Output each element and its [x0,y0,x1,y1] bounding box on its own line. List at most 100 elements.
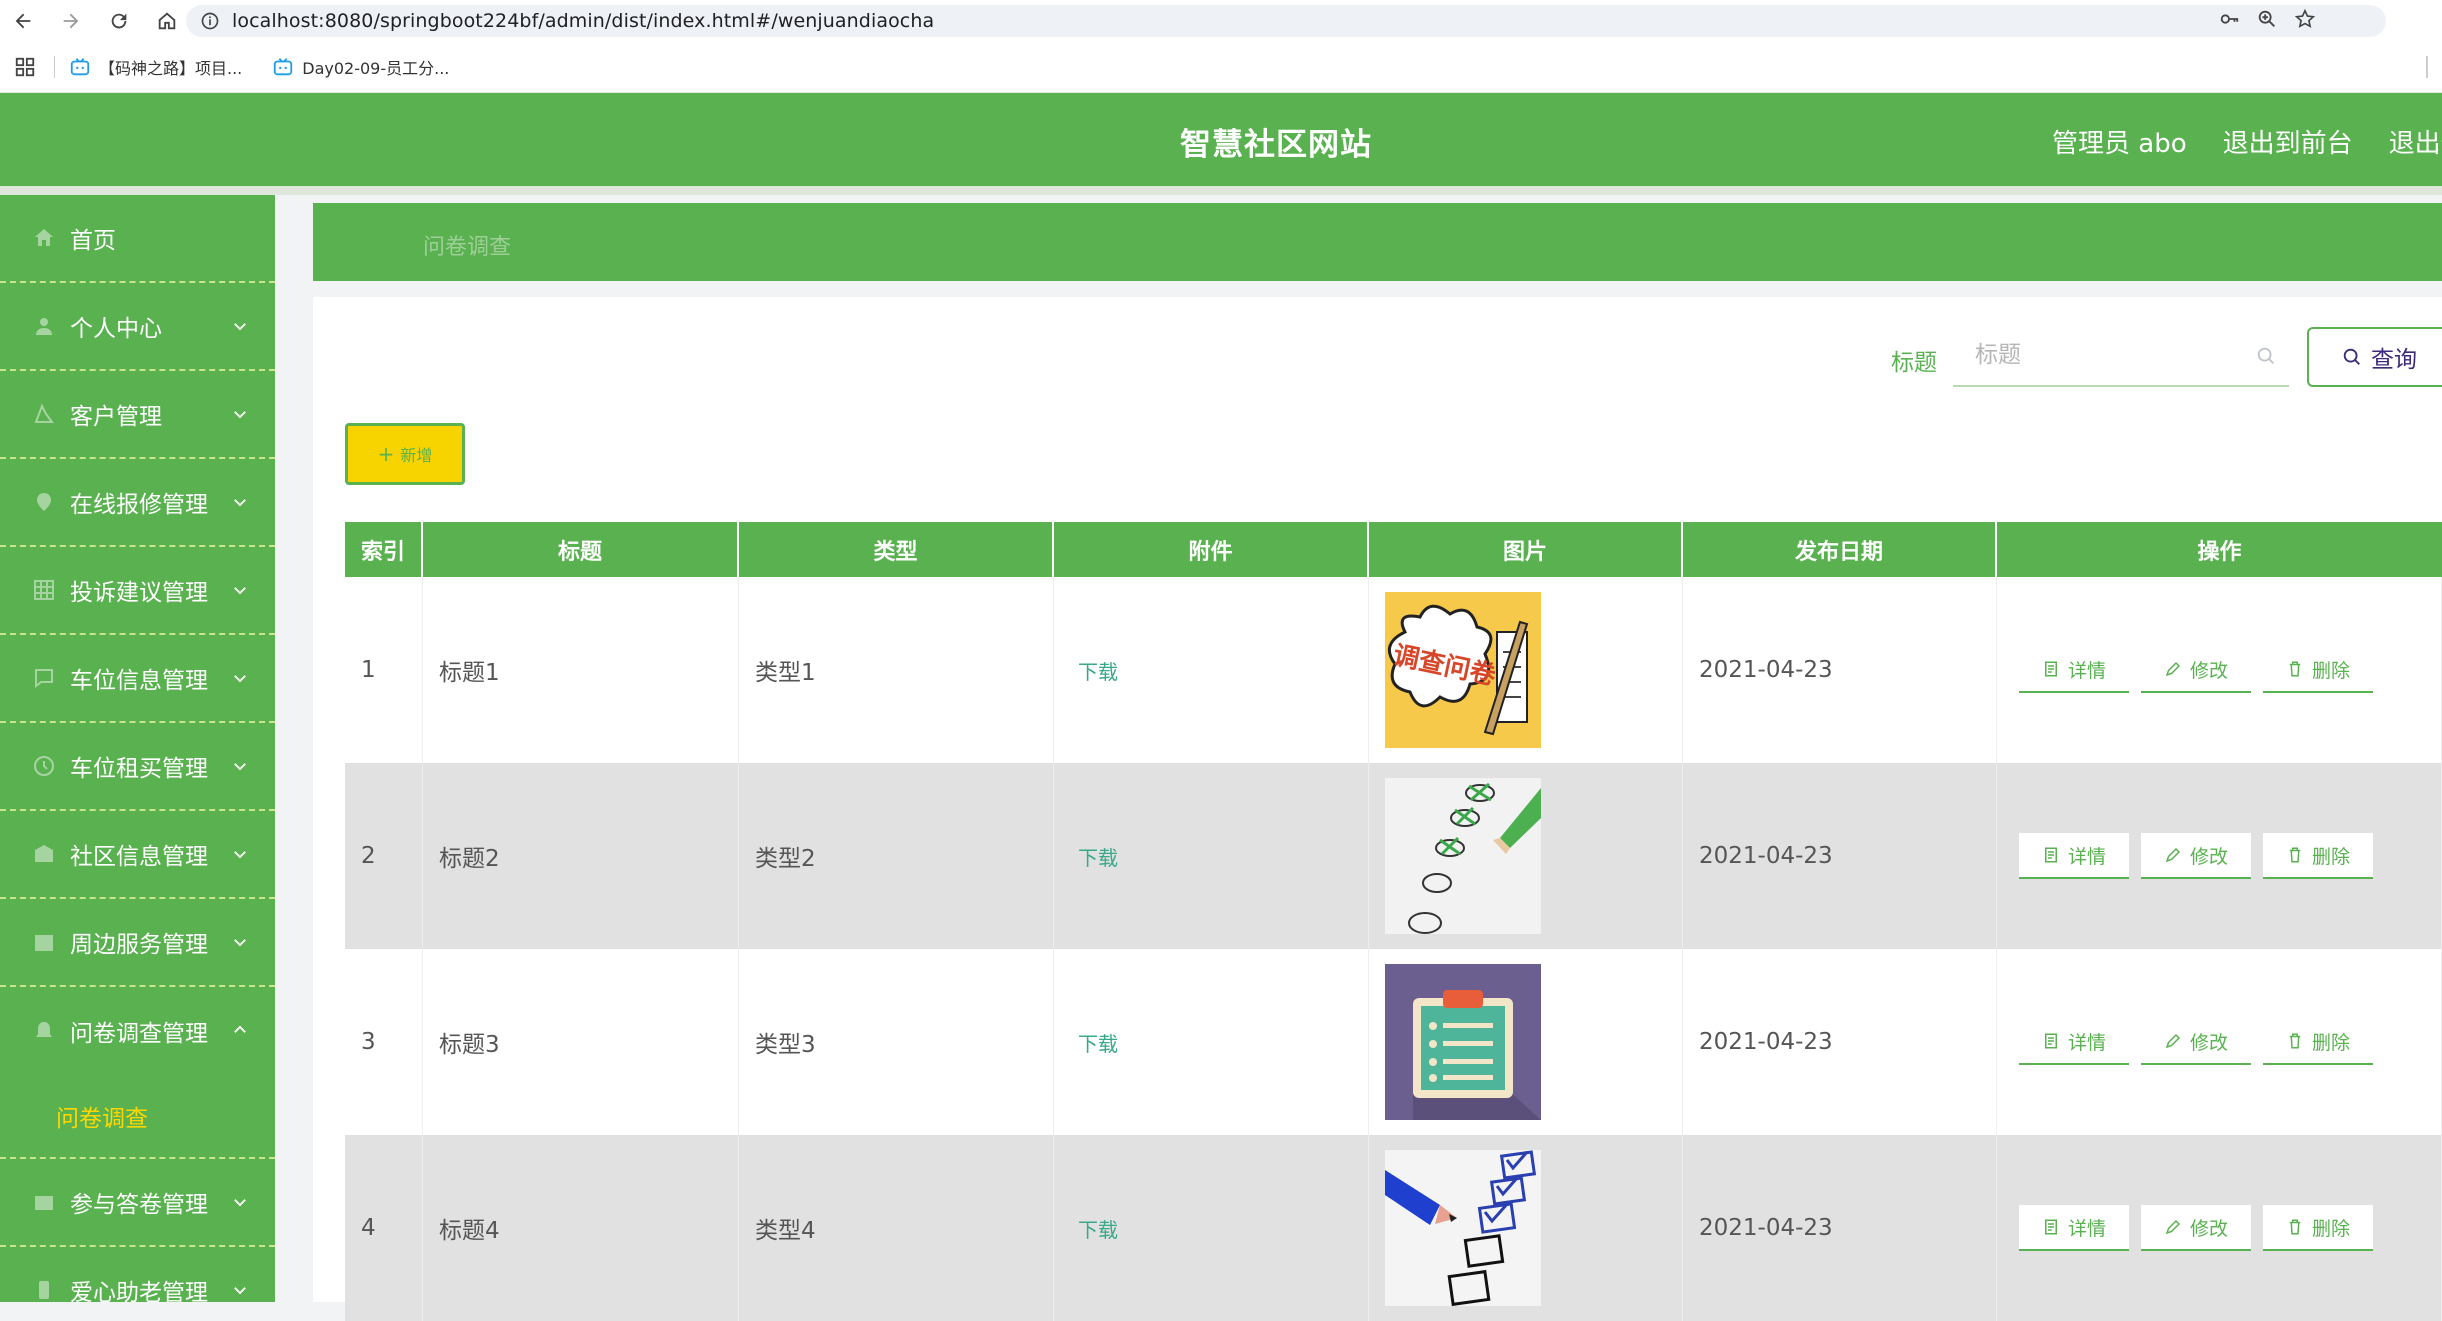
checkbox-pen-image[interactable] [1385,1150,1541,1306]
bookmark-item-1[interactable]: 【码神之路】项目... [69,55,242,79]
delete-button[interactable]: 删除 [2263,1019,2373,1065]
trash-icon [2289,847,2301,863]
reload-icon[interactable] [102,4,136,38]
column-header-title[interactable]: 标题 [423,522,739,577]
site-info-icon[interactable] [196,7,224,35]
sidebar-item-customer[interactable]: 客户管理 [0,371,275,459]
sidebar-subitem-survey[interactable]: 问卷调查 [0,1075,275,1159]
logout-link[interactable]: 退出登录 [2389,123,2442,160]
sidebar-item-label: 参与答卷管理 [70,1192,208,1218]
cell-title: 标题1 [423,577,739,763]
download-link[interactable]: 下载 [1054,1135,1369,1321]
survey-cartoon-image[interactable]: 调查问卷 [1385,592,1541,748]
sidebar-item-repair[interactable]: 在线报修管理 [0,459,275,547]
sidebar-item-label: 投诉建议管理 [70,580,208,606]
cell-actions: 详情 修改 删除 [1997,949,2442,1135]
cell-date: 2021-04-23 [1683,763,1997,949]
cell-image [1369,1135,1683,1321]
cell-index: 3 [345,949,423,1135]
cell-image [1369,949,1683,1135]
sidebar-item-label: 首页 [70,228,116,254]
column-header-attachment[interactable]: 附件 [1054,522,1369,577]
column-header-actions: 操作 [2197,539,2242,565]
chevron-down-icon [234,851,246,859]
column-header-type[interactable]: 类型 [739,522,1054,577]
trash-icon [2289,1219,2301,1235]
apps-grid-icon[interactable] [14,56,36,78]
url-text[interactable]: localhost:8080/springboot224bf/admin/dis… [232,10,934,32]
add-button[interactable]: + 新增 [345,423,465,485]
zoom-icon[interactable] [2256,8,2278,34]
sidebar-item-survey[interactable]: 问卷调查管理 [0,987,275,1075]
sidebar-item-personal-center[interactable]: 个人中心 [0,283,275,371]
column-header-image[interactable]: 图片 [1369,522,1683,577]
detail-button[interactable]: 详情 [2019,647,2129,693]
delete-label: 删除 [2311,659,2350,682]
sidebar-item-home[interactable]: 首页 [0,195,275,283]
sidebar-item-elderly-care[interactable]: 爱心助老管理 [0,1247,275,1302]
bookmark-item-2[interactable]: Day02-09-员工分... [272,55,449,79]
query-button[interactable]: 查询 [2307,327,2442,387]
building-icon [35,845,53,862]
header-user-area: 管理员 abo 退出到前台 退出登录 [2052,123,2442,160]
password-key-icon[interactable] [2218,8,2240,34]
forward-icon[interactable] [54,4,88,38]
download-link[interactable]: 下载 [1054,763,1369,949]
document-icon [2044,847,2057,863]
detail-button[interactable]: 详情 [2019,1205,2129,1251]
chevron-down-icon [234,411,246,419]
detail-button[interactable]: 详情 [2019,1019,2129,1065]
breadcrumb: 问卷调查 [313,203,2442,281]
column-header-index[interactable]: 索引 [345,522,423,577]
back-icon[interactable] [6,4,40,38]
home-page-icon[interactable] [150,4,184,38]
bilibili-icon [70,58,90,76]
app-header: 智慧社区网站 管理员 abo 退出到前台 退出登录 [0,93,2442,186]
cell-date: 2021-04-23 [1683,577,1997,763]
sidebar-item-parking-rent[interactable]: 车位租买管理 [0,723,275,811]
detail-button[interactable]: 详情 [2019,833,2129,879]
header-divider [0,186,2442,195]
delete-button[interactable]: 删除 [2263,833,2373,879]
phone-icon [39,1281,49,1299]
detail-label: 详情 [2067,845,2106,868]
title-search-input[interactable] [1953,327,2267,383]
cell-type: 类型3 [739,949,1054,1135]
edit-button[interactable]: 修改 [2141,833,2251,879]
sidebar-item-parking-info[interactable]: 车位信息管理 [0,635,275,723]
download-link[interactable]: 下载 [1054,577,1369,763]
download-link[interactable]: 下载 [1054,949,1369,1135]
delete-label: 删除 [2311,1031,2350,1054]
edit-button[interactable]: 修改 [2141,1019,2251,1065]
delete-button[interactable]: 删除 [2263,647,2373,693]
sidebar-item-nearby-service[interactable]: 周边服务管理 [0,899,275,987]
sidebar-item-answer[interactable]: 参与答卷管理 [0,1159,275,1247]
clipboard-image[interactable] [1385,964,1541,1120]
search-label: 标题 [1891,350,1937,376]
table-row: 1 标题1 类型1 下载 调查问卷 2021-04-23 详情 修改 删除 [345,577,2442,763]
sidebar-item-label: 社区信息管理 [70,844,208,870]
delete-button[interactable]: 删除 [2263,1205,2373,1251]
sidebar-item-complaint[interactable]: 投诉建议管理 [0,547,275,635]
breadcrumb-current: 问卷调查 [423,235,512,260]
sidebar: 首页 个人中心 客户管理 在线报修管理 投诉建议管理 车位信息管理 车位租买管理… [0,195,275,1302]
table-row: 3 标题3 类型3 下载 2021-04-23 详情 修改 删除 [345,949,2442,1135]
cell-type: 类型1 [739,577,1054,763]
edit-button[interactable]: 修改 [2141,1205,2251,1251]
address-bar[interactable]: localhost:8080/springboot224bf/admin/dis… [186,5,2386,37]
cell-type: 类型2 [739,763,1054,949]
sidebar-item-label: 个人中心 [70,316,162,342]
bookmarks-end-divider [2426,56,2428,78]
chevron-down-icon [234,587,246,595]
bell-icon [36,1022,52,1037]
bookmark-star-icon[interactable] [2294,8,2316,34]
chevron-down-icon [234,675,246,683]
column-header-date[interactable]: 发布日期 [1683,522,1997,577]
sidebar-item-community-info[interactable]: 社区信息管理 [0,811,275,899]
edit-button[interactable]: 修改 [2141,647,2251,693]
document-icon [2044,1033,2057,1049]
edit-label: 修改 [2189,659,2228,682]
checkmarks-pencil-image[interactable] [1385,778,1541,934]
exit-to-front-link[interactable]: 退出到前台 [2223,123,2353,160]
pencil-icon [2165,1219,2181,1235]
